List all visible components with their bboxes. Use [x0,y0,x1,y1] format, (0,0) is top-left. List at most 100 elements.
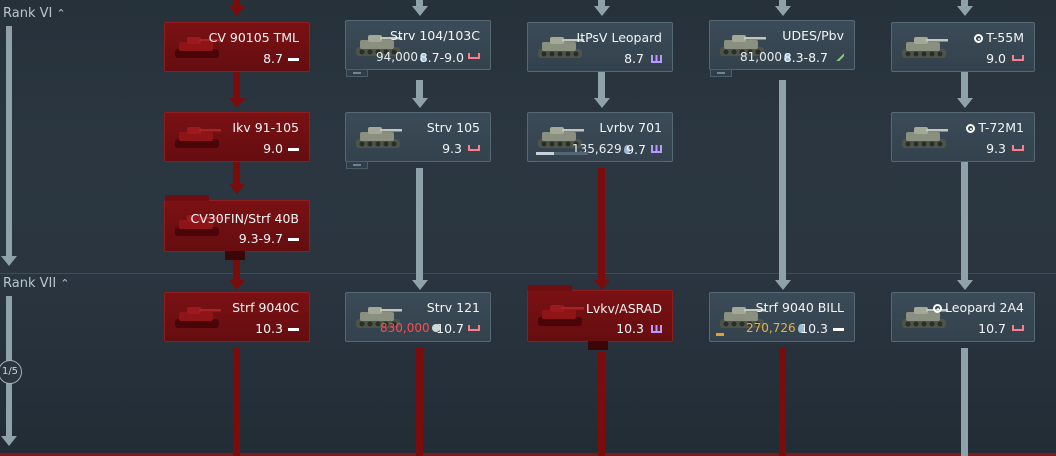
folder-expand-tab[interactable] [588,341,608,350]
rank-vi-axis-arrow-icon [1,256,17,266]
folder-tab[interactable] [346,69,368,77]
research-cost: 94,000 [376,50,426,64]
vehicle-card-itpsv-leopard[interactable]: ItPsV Leopard 8.7 [527,22,673,72]
gdr-nation-icon [974,34,984,43]
tank-destroyer-type-icon [833,53,844,61]
vehicle-card-cv90105-tml[interactable]: CV 90105 TML 8.7 [164,22,310,72]
arrow-head-icon [412,6,428,16]
vehicle-card-strv-105[interactable]: Strv 105 9.3 [345,112,491,169]
folder-tab[interactable] [346,161,368,169]
medium-tank-icon [902,127,948,148]
rank-divider [0,273,1056,274]
cost-value: 81,000 [740,50,782,64]
battle-rating: 9.7 [626,142,646,157]
vehicle-card-strv-104[interactable]: Strv 104/103C 94,000 8.7-9.0 [345,20,491,77]
vehicle-name: T-72M1 [978,120,1024,135]
connector-line [779,80,786,280]
rank-vi-label[interactable]: Rank VI ⌃ [3,6,66,21]
arrow-head-icon [412,280,428,290]
vehicle-card-leopard-2a4[interactable]: Leopard 2A4 10.7 [891,292,1035,342]
arrow-head-icon [229,6,245,16]
medium-tank-icon [902,37,948,58]
battle-rating: 10.7 [978,321,1006,336]
medium-tank-type-icon [468,145,480,151]
vehicle-name: ItPsV Leopard [576,30,662,45]
battle-rating: 8.7-9.0 [419,50,464,65]
cost-value: 270,726 [746,321,796,335]
vehicle-card-cv30fin-folder[interactable]: CV30FIN/Strf 40B 9.3-9.7 [164,195,310,260]
battle-rating: 9.3-9.7 [238,231,283,246]
vehicle-card-strf-9040-bill[interactable]: Strf 9040 BILL 270,726 10.3 [709,292,855,342]
research-cost: 270,726 [746,321,804,335]
battle-rating: 8.7 [263,51,283,66]
vehicle-name: CV 90105 TML [208,30,299,45]
folder-expand-tab[interactable] [225,251,245,260]
cost-value: 94,000 [376,50,418,64]
vehicle-name-wrap: T-72M1 [966,120,1024,135]
research-progress-bar [536,152,588,155]
vehicle-card-udes-pbv[interactable]: UDES/Pbv 81,000 8.3-8.7 [709,20,855,77]
connector-line [961,72,968,98]
light-tank-type-icon [288,328,299,331]
medium-tank-type-icon [1012,145,1024,151]
vehicle-name: Strf 9040C [232,300,299,315]
rank-progress-badge: 1/5 [0,360,22,384]
research-progress-fill [536,152,555,155]
light-tank-icon [175,127,221,148]
connector-line [961,348,968,456]
vehicle-card-strf-9040c[interactable]: Strf 9040C 10.3 [164,292,310,342]
medium-tank-type-icon [1012,325,1024,331]
battle-rating: 8.7 [624,51,644,66]
gdr-nation-icon [966,124,976,133]
connector-line [598,352,605,456]
connector-line [961,162,968,280]
connector-line [233,348,240,456]
arrow-head-icon [229,280,245,290]
battle-rating: 10.3 [616,321,644,336]
arrow-head-icon [957,280,973,290]
connector-line [416,168,423,280]
vehicle-card-ikv-91-105[interactable]: Ikv 91-105 9.0 [164,112,310,162]
light-tank-icon [175,307,221,328]
battle-rating: 10.3 [800,321,828,336]
arrow-head-icon [775,6,791,16]
battle-rating: 9.0 [263,141,283,156]
vehicle-name: Strf 9040 BILL [755,300,844,315]
arrow-head-icon [229,184,245,194]
rank-vi-text: Rank VI [3,6,53,21]
medium-tank-type-icon [468,325,480,331]
research-progress-indicator [716,333,724,336]
battle-rating: 9.0 [986,51,1006,66]
vehicle-name: CV30FIN/Strf 40B [190,211,299,226]
vehicle-card-lvkv-asrad[interactable]: Lvkv/ASRAD 10.3 [527,285,673,350]
arrow-head-icon [229,98,245,108]
vehicle-card-strv-121[interactable]: Strv 121 830,000 10.7 [345,292,491,342]
light-tank-type-icon [833,328,844,331]
arrow-head-icon [957,98,973,108]
medium-tank-icon [356,127,402,148]
vehicle-name-wrap: T-55M [974,30,1024,45]
rank-vii-label[interactable]: Rank VII ⌃ [3,276,69,291]
cost-value: 830,000 [380,321,430,335]
chevron-up-icon: ⌃ [56,7,66,20]
vehicle-name: Strv 104/103C [389,28,480,43]
folder-tab[interactable] [710,69,732,77]
light-tank-type-icon [288,148,299,151]
folder-header [528,285,572,291]
vehicle-name: UDES/Pbv [782,28,844,43]
connector-line [416,80,423,98]
research-cost: 81,000 [740,50,790,64]
germany-nation-icon [933,304,943,313]
arrow-head-icon [957,6,973,16]
battle-rating: 9.3 [986,141,1006,156]
battle-rating: 10.7 [436,321,464,336]
vehicle-card-t72m1[interactable]: T-72M1 9.3 [891,112,1035,162]
arrow-head-icon [594,6,610,16]
vehicle-name: Lvkv/ASRAD [585,301,662,316]
battle-rating: 10.3 [255,321,283,336]
vehicle-card-t55m[interactable]: T-55M 9.0 [891,22,1035,72]
connector-line [233,258,240,280]
arrow-head-icon [594,280,610,290]
vehicle-card-lvrbv-701[interactable]: Lvrbv 701 135,629 9.7 [527,112,673,162]
vehicle-name-wrap: Leopard 2A4 [933,300,1024,315]
